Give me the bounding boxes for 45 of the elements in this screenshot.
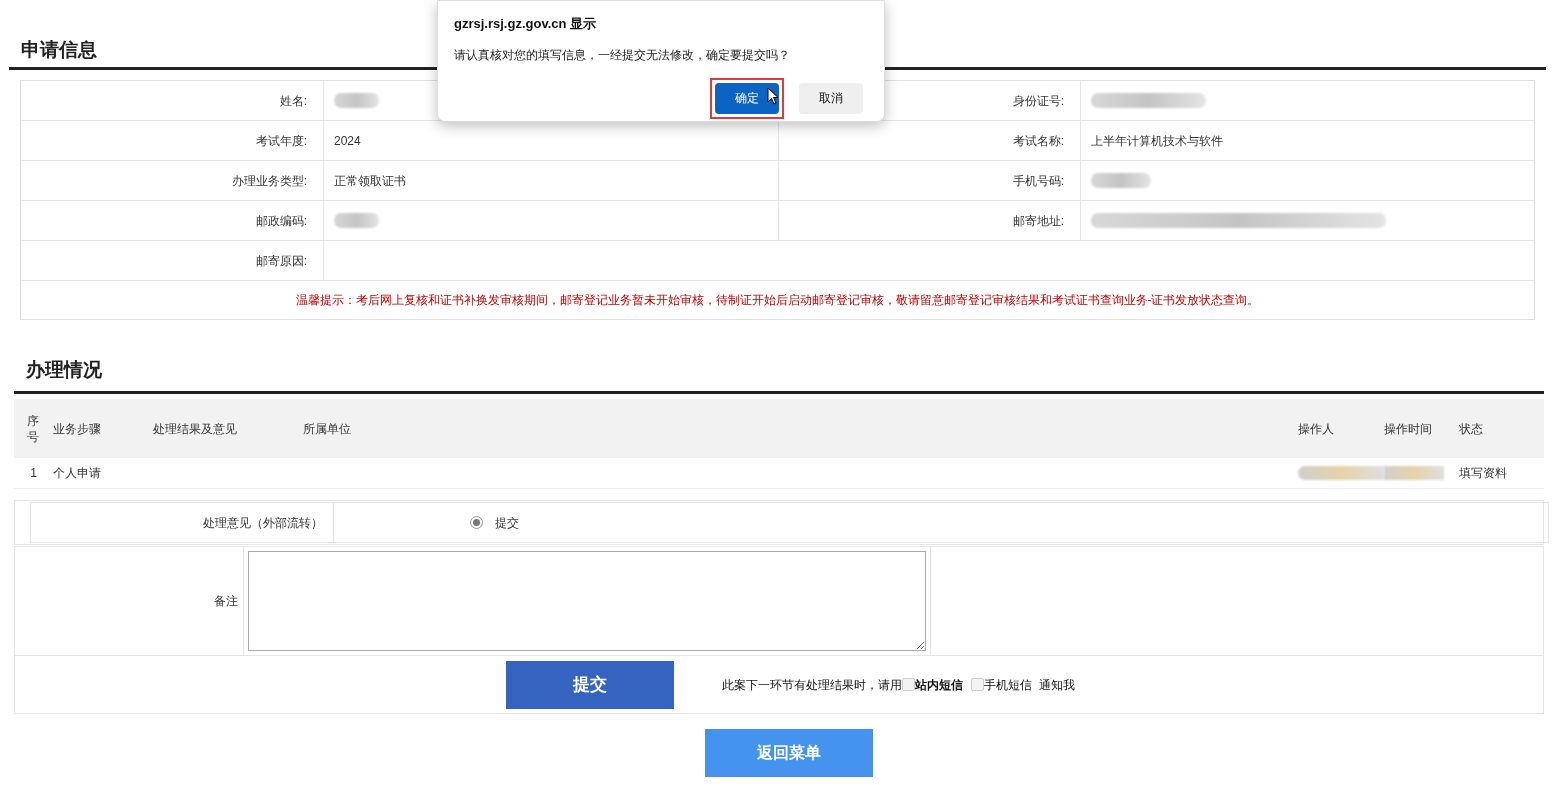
field-value: 2024 <box>334 132 361 150</box>
column-header: 状态 <box>1459 420 1483 438</box>
blurred-value <box>1091 173 1151 188</box>
column-header: 处理结果及意见 <box>153 420 237 438</box>
table-cell-text: 填写资料 <box>1459 465 1507 482</box>
column-header: 所属单位 <box>303 420 351 438</box>
field-label: 身份证号: <box>1012 92 1064 110</box>
dialog-button[interactable]: 取消 <box>799 82 863 114</box>
checkbox-option[interactable]: 手机短信 <box>971 675 1032 694</box>
field-label: 考试年度: <box>255 132 307 150</box>
column-header: 操作人 <box>1298 420 1334 438</box>
section-title: 办理情况 <box>26 357 102 382</box>
column-header: 业务步骤 <box>53 420 101 438</box>
notify-text: 通知我 <box>1039 676 1075 694</box>
field-label: 姓名: <box>279 92 307 110</box>
radio-button[interactable] <box>470 516 483 529</box>
column-header: 操作时间 <box>1384 420 1432 438</box>
field-value: 正常领取证书 <box>334 172 406 190</box>
field-label: 手机号码: <box>1012 172 1064 190</box>
field-label: 邮政编码: <box>255 212 307 230</box>
checkbox[interactable] <box>902 678 915 691</box>
field-label: 备注 <box>214 593 238 610</box>
field-label: 邮寄原因: <box>255 252 307 270</box>
dialog-title: gzrsj.rsj.gz.gov.cn 显示 <box>454 15 598 33</box>
section-title: 申请信息 <box>21 37 97 62</box>
dialog-message: 请认真核对您的填写信息，一经提交无法修改，确定要提交吗？ <box>454 46 791 64</box>
submit-button[interactable]: 提交 <box>506 660 674 709</box>
table-cell-text: 1 <box>30 465 37 482</box>
field-label: 邮寄地址: <box>1012 212 1064 230</box>
cursor-icon <box>767 87 779 105</box>
column-header: 序号 <box>27 412 40 445</box>
checkbox-option[interactable]: 站内短信 <box>902 675 963 694</box>
radio-option[interactable]: 提交 <box>470 513 519 532</box>
dialog-button[interactable]: 确定 <box>715 82 779 114</box>
notes-field[interactable] <box>248 551 926 651</box>
notify-text: 此案下一环节有处理结果时，请用 <box>722 676 902 694</box>
checkbox[interactable] <box>971 678 984 691</box>
notice-text: 温馨提示：考后网上复核和证书补换发审核期间，邮寄登记业务暂未开始审核，待制证开始后启动邮寄登记审核，敬请留意邮寄登记审核结果和考试证书查询业务-证书发放状态查询。 <box>295 292 1260 309</box>
field-value: 上半年计算机技术与软件 <box>1091 132 1223 150</box>
field-label: 办理业务类型: <box>231 172 307 190</box>
field-label: 处理意见（外部流转） <box>203 514 323 532</box>
field-label: 考试名称: <box>1012 132 1064 150</box>
blurred-value <box>334 93 379 108</box>
blurred-value <box>334 213 379 228</box>
table-cell-text: 个人申请 <box>53 465 101 482</box>
